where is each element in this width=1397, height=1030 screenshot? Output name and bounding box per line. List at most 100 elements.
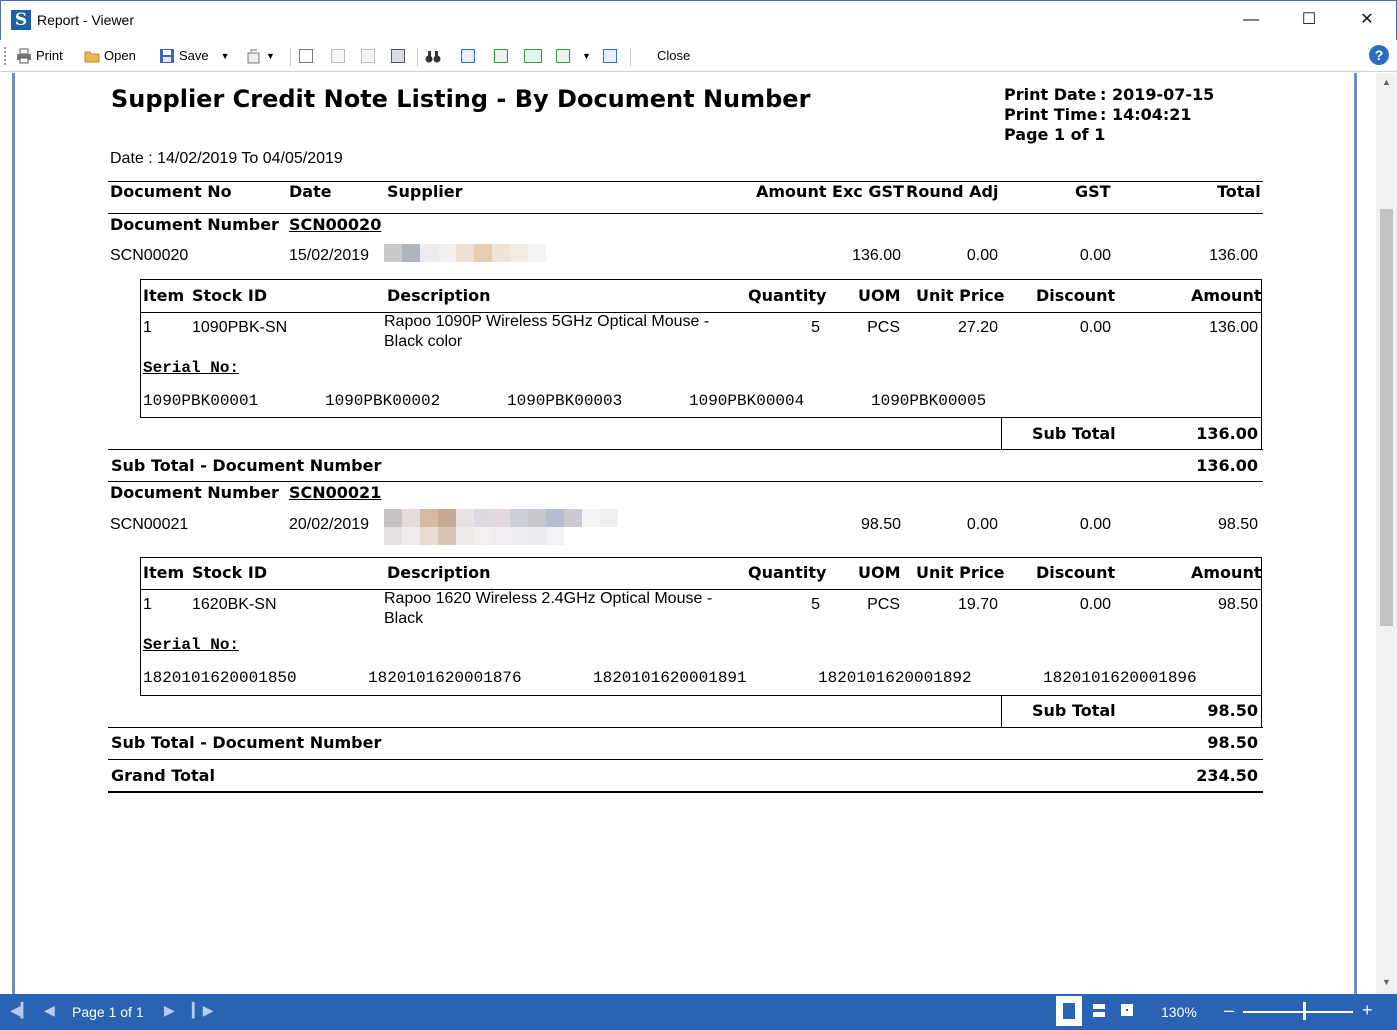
zoom-out-icon[interactable]: – <box>1224 1000 1234 1021</box>
multi-page-mode-icon <box>1121 1004 1133 1016</box>
floppy-disk-icon <box>160 49 174 63</box>
zoom-slider-track[interactable] <box>1243 1011 1353 1013</box>
supplier-name-redacted <box>384 509 618 527</box>
detail-col-unit-price: Unit Price <box>916 286 1005 305</box>
copy-button[interactable] <box>361 45 375 67</box>
doc-no: SCN00020 <box>110 247 189 264</box>
item-description-line1: Rapoo 1090P Wireless 5GHz Optical Mouse … <box>384 313 710 330</box>
print-date-value: : 2019-07-15 <box>1100 85 1215 104</box>
item-discount: 0.00 <box>1079 596 1111 613</box>
group-value: SCN00021 <box>289 483 382 502</box>
save-dropdown-chevron-icon[interactable]: ▼ <box>221 45 230 67</box>
print-date-label: Print Date <box>1004 85 1097 104</box>
detail-box-left <box>140 557 141 696</box>
app-logo-icon: S <box>11 10 31 30</box>
detail-box-top <box>140 557 1262 558</box>
last-page-icon[interactable]: ▎▶ <box>192 1002 214 1019</box>
page-info: Page 1 of 1 <box>1004 125 1106 144</box>
serial-number: 1820101620001896 <box>1043 669 1197 687</box>
next-page-icon[interactable]: ▶ <box>164 1002 175 1019</box>
group-label: Document Number <box>110 215 279 234</box>
zoom-slider-thumb[interactable] <box>1303 1002 1306 1020</box>
item-amount: 98.50 <box>1217 596 1258 613</box>
page-setup-button[interactable] <box>391 45 405 67</box>
help-icon[interactable]: ? <box>1369 45 1389 65</box>
detail-col-uom: UOM <box>858 563 901 582</box>
serial-number: 1820101620001850 <box>143 669 297 687</box>
zoom-in-icon[interactable]: + <box>1362 1000 1373 1021</box>
maximize-button[interactable]: ☐ <box>1280 1 1338 39</box>
group-sub-total-value: 136.00 <box>1196 456 1258 475</box>
detail-col-stock-id: Stock ID <box>192 286 268 305</box>
sub-total-label: Sub Total <box>1032 424 1116 443</box>
export-button[interactable]: ▼ <box>246 45 275 67</box>
minimize-button[interactable]: — <box>1222 1 1280 39</box>
open-button[interactable]: Open <box>84 45 136 67</box>
detail-box-bottom <box>140 695 1262 696</box>
group-sub-total-value: 98.50 <box>1207 733 1258 752</box>
report-title: Supplier Credit Note Listing - By Docume… <box>111 85 811 113</box>
fullscreen-button[interactable] <box>603 45 617 67</box>
scroll-up-arrow-icon[interactable]: ▲ <box>1376 77 1397 87</box>
close-report-button[interactable]: Close <box>657 45 690 67</box>
header-bottom-rule <box>108 213 1263 214</box>
subtotal-rule <box>108 727 1263 728</box>
detail-col-uom: UOM <box>858 286 901 305</box>
detail-col-unit-price: Unit Price <box>916 563 1005 582</box>
item-description-line2: Black <box>384 610 424 627</box>
col-total: Total <box>1217 182 1261 201</box>
scrollbar-thumb[interactable] <box>1380 209 1393 626</box>
single-page-mode-icon <box>1063 1003 1075 1019</box>
previous-page-icon[interactable]: ◀ <box>44 1002 55 1019</box>
serial-number: 1820101620001892 <box>818 669 972 687</box>
multiple-page-view-button[interactable]: ▼ <box>556 45 591 67</box>
doc-total: 136.00 <box>1209 247 1258 264</box>
find-button[interactable] <box>425 45 441 67</box>
binoculars-icon <box>425 51 441 63</box>
group-label: Document Number <box>110 483 279 502</box>
detail-col-amount: Amount <box>1191 563 1262 582</box>
group-rule <box>108 481 1263 482</box>
item-discount: 0.00 <box>1079 319 1111 336</box>
multi-page-mode-button[interactable] <box>1114 996 1140 1026</box>
grand-total-label: Grand Total <box>111 766 215 785</box>
toolbar-grip <box>4 45 7 67</box>
date-range: Date : 14/02/2019 To 04/05/2019 <box>110 150 343 167</box>
single-page-view-button[interactable] <box>461 45 475 67</box>
item-unit-price: 27.20 <box>957 319 998 336</box>
sub-total-value: 136.00 <box>1196 424 1258 443</box>
page-indicator[interactable]: Page 1 of 1 <box>72 1004 144 1020</box>
scroll-down-arrow-icon[interactable]: ▼ <box>1376 977 1397 987</box>
col-amount-exc-gst: Amount Exc GST <box>756 182 904 201</box>
vertical-scrollbar[interactable]: ▲ ▼ <box>1376 73 1397 994</box>
serial-number: 1090PBK00005 <box>871 392 987 410</box>
print-time-label: Print Time <box>1004 105 1098 124</box>
close-window-button[interactable]: ✕ <box>1338 1 1396 39</box>
grand-total-value: 234.50 <box>1196 766 1258 785</box>
save-button[interactable]: Save ▼ <box>159 45 230 67</box>
group-value: SCN00020 <box>289 215 382 234</box>
item-amount: 136.00 <box>1209 319 1258 336</box>
single-page-mode-button[interactable] <box>1056 996 1082 1026</box>
paste-button[interactable] <box>331 45 345 67</box>
save-label: Save <box>179 48 209 63</box>
item-uom: PCS <box>867 596 900 613</box>
print-button[interactable]: Print <box>16 45 63 67</box>
table-layout-icon <box>391 49 405 63</box>
col-supplier: Supplier <box>387 182 463 201</box>
continuous-mode-button[interactable] <box>1086 996 1112 1026</box>
detail-col-item: Item <box>143 563 185 582</box>
folder-open-icon <box>84 51 100 63</box>
item-quantity: 5 <box>811 319 820 336</box>
subtotal-box-left <box>1001 417 1002 450</box>
page-width-view-button[interactable] <box>494 45 508 67</box>
serial-number: 1820101620001891 <box>593 669 747 687</box>
export-dropdown-chevron-icon[interactable]: ▼ <box>266 45 275 67</box>
multipage-dropdown-chevron-icon[interactable]: ▼ <box>582 45 591 67</box>
continuous-mode-icon <box>1093 1004 1105 1009</box>
two-page-view-button[interactable] <box>524 45 542 67</box>
doc-date: 15/02/2019 <box>289 247 370 264</box>
first-page-icon[interactable]: ◀▎ <box>10 1002 32 1019</box>
document-outline-button[interactable] <box>299 45 313 67</box>
item-stock-id: 1620BK-SN <box>192 596 277 613</box>
